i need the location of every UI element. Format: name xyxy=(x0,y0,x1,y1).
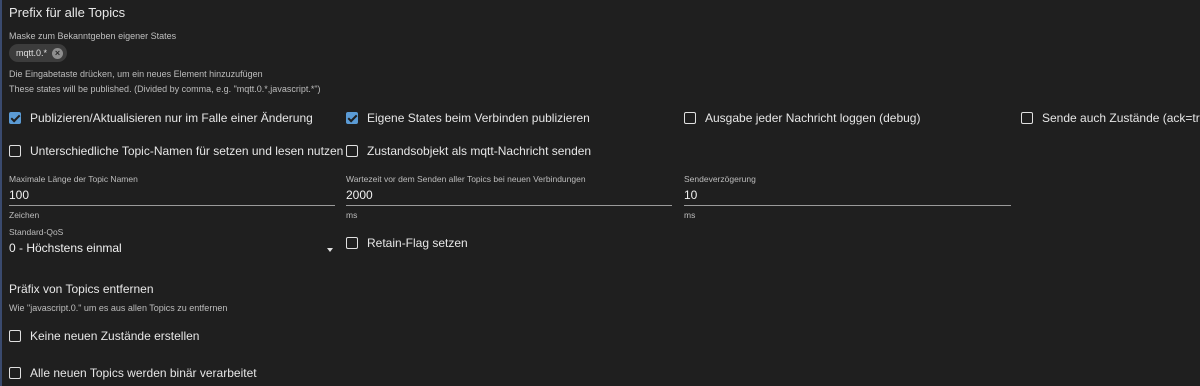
checkbox-label: Zustandsobjekt als mqtt-Nachricht senden xyxy=(367,144,592,158)
checkbox-unchecked-icon[interactable] xyxy=(9,330,21,342)
checkbox-publish-on-change[interactable]: Publizieren/Aktualisieren nur im Falle e… xyxy=(9,111,313,125)
close-icon[interactable]: × xyxy=(52,47,64,59)
wait-before-send-field[interactable]: Wartezeit vor dem Senden aller Topics be… xyxy=(346,174,672,220)
checkbox-label: Sende auch Zustände (ack=true) xyxy=(1042,111,1200,125)
send-delay-input[interactable]: 10 xyxy=(684,188,1011,206)
checkbox-log-each-message[interactable]: Ausgabe jeder Nachricht loggen (debug) xyxy=(684,111,920,125)
field-label: Standard-QoS xyxy=(9,227,64,237)
enter-hint: Die Eingabetaste drücken, um ein neues E… xyxy=(9,69,263,79)
field-label: Wartezeit vor dem Senden aller Topics be… xyxy=(346,174,586,184)
default-qos-select[interactable]: Standard-QoS 0 - Höchstens einmal xyxy=(9,227,335,258)
field-label: Maximale Länge der Topic Namen xyxy=(9,174,138,184)
checkbox-different-topic-names[interactable]: Unterschiedliche Topic-Namen für setzen … xyxy=(9,144,343,158)
published-hint: These states will be published. (Divided… xyxy=(9,84,321,94)
max-topic-length-field[interactable]: Maximale Länge der Topic Namen 100 Zeich… xyxy=(9,174,335,220)
checkbox-label: Alle neuen Topics werden binär verarbeit… xyxy=(30,366,257,380)
field-unit: ms xyxy=(684,210,696,220)
checkbox-checked-icon[interactable] xyxy=(346,112,358,124)
send-delay-field[interactable]: Sendeverzögerung 10 ms xyxy=(684,174,1011,220)
field-label: Sendeverzögerung xyxy=(684,174,756,184)
max-topic-length-input[interactable]: 100 xyxy=(9,188,335,206)
checkbox-label: Unterschiedliche Topic-Namen für setzen … xyxy=(30,144,344,158)
checkbox-label: Retain-Flag setzen xyxy=(367,236,468,250)
checkbox-unchecked-icon[interactable] xyxy=(346,145,358,157)
mask-chip[interactable]: mqtt.0.* × xyxy=(9,44,68,62)
checkbox-label: Eigene States beim Verbinden publizieren xyxy=(367,111,590,125)
checkbox-unchecked-icon[interactable] xyxy=(1021,112,1033,124)
mask-label: Maske zum Bekanntgeben eigener States xyxy=(9,31,177,41)
mask-chip-label: mqtt.0.* xyxy=(16,48,48,58)
checkbox-no-new-states[interactable]: Keine neuen Zustände erstellen xyxy=(9,329,199,343)
default-qos-value[interactable]: 0 - Höchstens einmal xyxy=(9,241,335,258)
prefix-section-title: Prefix für alle Topics xyxy=(9,5,126,20)
checkbox-label: Ausgabe jeder Nachricht loggen (debug) xyxy=(705,111,921,125)
checkbox-label: Keine neuen Zustände erstellen xyxy=(30,329,200,343)
checkbox-all-topics-binary[interactable]: Alle neuen Topics werden binär verarbeit… xyxy=(9,366,257,380)
field-unit: ms xyxy=(346,210,358,220)
checkbox-unchecked-icon[interactable] xyxy=(9,367,21,379)
checkbox-publish-own-states[interactable]: Eigene States beim Verbinden publizieren xyxy=(346,111,590,125)
checkbox-unchecked-icon[interactable] xyxy=(346,237,358,249)
checkbox-retain-flag[interactable]: Retain-Flag setzen xyxy=(346,236,468,250)
checkbox-send-ack-true[interactable]: Sende auch Zustände (ack=true) xyxy=(1021,111,1200,125)
field-unit: Zeichen xyxy=(9,210,40,220)
wait-before-send-input[interactable]: 2000 xyxy=(346,188,672,206)
chevron-down-icon[interactable] xyxy=(327,248,333,252)
remove-prefix-title: Präfix von Topics entfernen xyxy=(9,282,154,296)
remove-prefix-hint: Wie "javascript.0." um es aus allen Topi… xyxy=(9,303,228,313)
checkbox-checked-icon[interactable] xyxy=(9,112,21,124)
checkbox-unchecked-icon[interactable] xyxy=(684,112,696,124)
checkbox-label: Publizieren/Aktualisieren nur im Falle e… xyxy=(30,111,313,125)
left-accent-bar xyxy=(0,0,2,386)
checkbox-state-object-as-message[interactable]: Zustandsobjekt als mqtt-Nachricht senden xyxy=(346,144,591,158)
checkbox-unchecked-icon[interactable] xyxy=(9,145,21,157)
